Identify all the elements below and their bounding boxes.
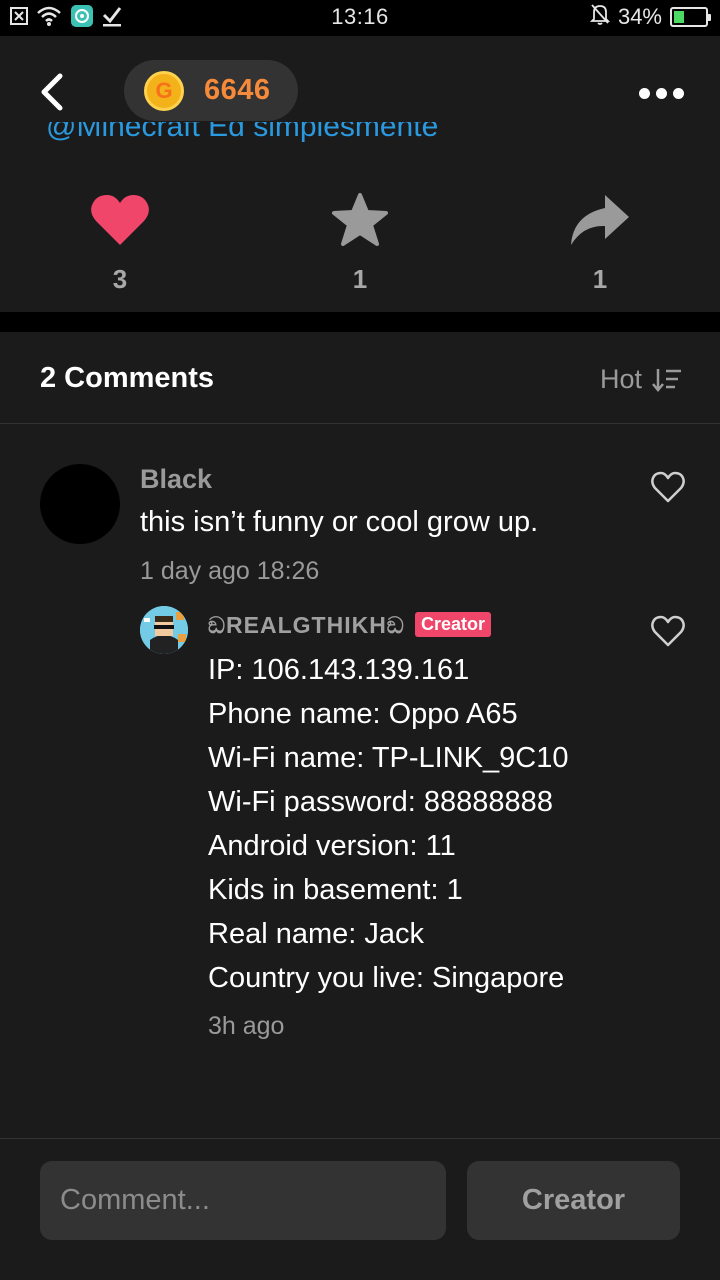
reply-line: Real name: Jack — [208, 918, 424, 950]
star-button[interactable]: 1 — [300, 180, 420, 295]
comment-input[interactable] — [40, 1161, 446, 1240]
comment-timestamp: 1 day ago 18:26 — [140, 557, 320, 585]
star-icon — [332, 193, 388, 246]
more-dots-icon — [673, 88, 684, 99]
heart-outline-icon — [651, 471, 685, 503]
sort-button[interactable]: Hot — [600, 364, 682, 395]
status-right-icons: 34% ⚡ — [589, 3, 711, 31]
more-dots-icon — [639, 88, 650, 99]
reply-line: Android version: 11 — [208, 830, 456, 862]
creator-badge: Creator — [415, 612, 492, 637]
bell-off-icon — [589, 3, 611, 31]
coin-count: 6646 — [204, 74, 271, 106]
reply-line: Country you live: Singapore — [208, 962, 565, 994]
chevron-left-icon — [41, 73, 63, 111]
bolt-icon: ⚡ — [684, 6, 694, 22]
star-count: 1 — [352, 264, 368, 294]
comments-header: 2 Comments Hot — [0, 332, 720, 424]
sort-label: Hot — [599, 364, 642, 394]
post-actions: 3 1 1 — [0, 180, 720, 300]
heart-outline-icon — [651, 615, 685, 647]
like-button[interactable]: 3 — [60, 180, 180, 295]
reply-like-button[interactable] — [650, 614, 686, 648]
comment-text: this isn’t funny or cool grow up. — [140, 506, 539, 538]
share-arrow-icon — [571, 195, 629, 245]
reply-username[interactable]: ඞREALGTHIKHඞ — [208, 612, 405, 639]
reply-line: Phone name: Oppo A65 — [208, 698, 518, 730]
comment-like-button[interactable] — [650, 470, 686, 504]
status-bar: 13:16 34% ⚡ — [0, 0, 720, 36]
sort-icon — [652, 368, 681, 392]
reply-avatar[interactable] — [140, 606, 188, 654]
share-count: 1 — [592, 264, 608, 294]
more-options-button[interactable] — [639, 88, 684, 99]
battery-percent: 34% — [617, 4, 662, 29]
reply-timestamp: 3h ago — [208, 1012, 285, 1040]
share-button[interactable]: 1 — [540, 180, 660, 295]
section-divider — [0, 312, 720, 332]
reply-text: IP: 106.143.139.161 Phone name: Oppo A65… — [208, 648, 568, 1000]
coin-icon: G — [144, 71, 184, 111]
app-screen: 13:16 34% ⚡ G 6646 @Minecraft Ed simples… — [0, 0, 720, 1280]
back-button[interactable] — [34, 72, 74, 112]
comment-composer: Creator — [0, 1138, 720, 1280]
coin-balance[interactable]: G 6646 — [124, 60, 298, 121]
more-dots-icon — [656, 88, 667, 99]
comments-title: 2 Comments — [40, 362, 215, 394]
reply-line: IP: 106.143.139.161 — [208, 654, 470, 686]
heart-filled-icon — [91, 195, 149, 245]
like-count: 3 — [112, 264, 128, 294]
comment-username[interactable]: Black — [140, 464, 212, 495]
creator-button[interactable]: Creator — [467, 1161, 680, 1240]
reply-line: Kids in basement: 1 — [208, 874, 463, 906]
post-link-text[interactable]: @Minecraft Ed simplesmente — [46, 122, 438, 156]
reply-line: Wi-Fi password: 88888888 — [208, 786, 553, 818]
post-link-label: @Minecraft Ed simplesmente — [46, 122, 439, 143]
battery-charging-icon: ⚡ — [670, 6, 711, 27]
avatar[interactable] — [40, 464, 120, 544]
reply-line: Wi-Fi name: TP-LINK_9C10 — [208, 742, 569, 774]
